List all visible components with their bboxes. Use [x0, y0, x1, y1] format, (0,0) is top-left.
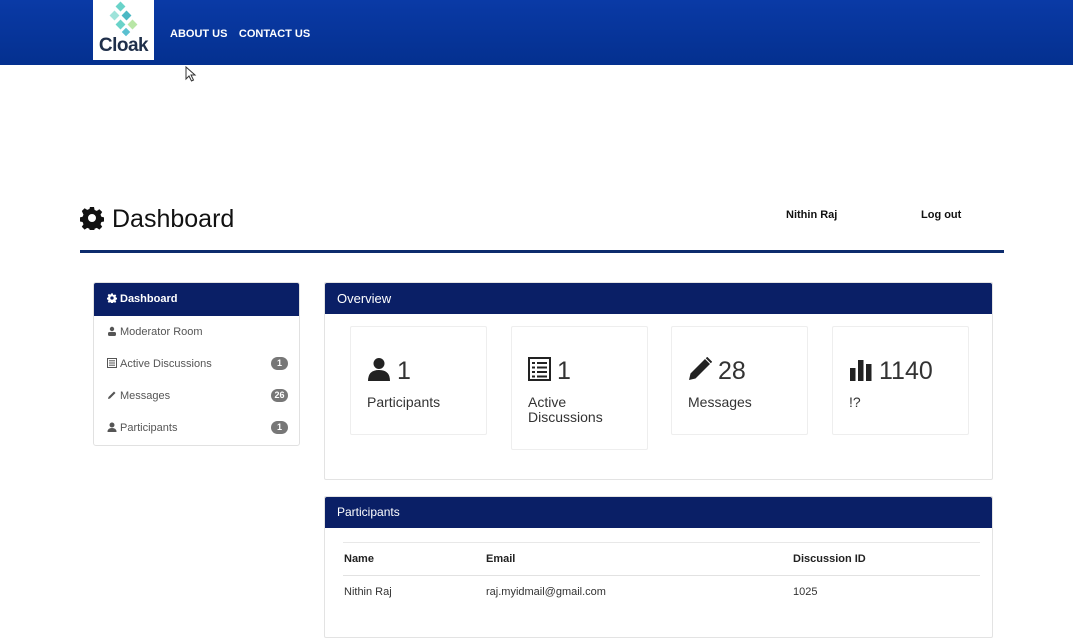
stat-label: Active Discussions: [528, 394, 603, 425]
stat-label: Messages: [688, 394, 752, 410]
stat-card-participants: 1 Participants: [350, 326, 487, 435]
stat-card-active-discussions: 1 Active Discussions: [511, 326, 648, 450]
sidebar-item-messages[interactable]: Messages 26: [94, 380, 299, 412]
overview-panel: Overview 1 Participants 1 Active Discuss…: [324, 282, 993, 480]
list-icon: [528, 357, 551, 381]
stat-value: 28: [688, 356, 746, 386]
count-badge: 26: [271, 389, 288, 402]
user-icon: [106, 413, 117, 445]
list-icon: [106, 349, 117, 381]
stat-card-other: 1140 !?: [832, 326, 969, 435]
stat-label: Participants: [367, 394, 441, 410]
sidebar-item-label: Dashboard: [120, 293, 178, 305]
top-navbar: Cloak ABOUT US CONTACT US: [0, 0, 1073, 65]
top-nav-links: ABOUT US CONTACT US: [170, 24, 317, 42]
participants-panel-title: Participants: [325, 497, 992, 528]
logo-mark-icon: [109, 1, 138, 37]
stat-number: 1: [397, 357, 411, 385]
page-title-text: Dashboard: [112, 205, 235, 233]
cloak-logo[interactable]: Cloak: [93, 0, 154, 60]
gear-icon: [79, 207, 105, 232]
column-header-name: Name: [343, 542, 485, 576]
gear-icon: [106, 284, 117, 317]
user-icon: [368, 358, 390, 381]
stat-card-messages: 28 Messages: [671, 326, 808, 435]
stat-number: 1140: [879, 357, 933, 385]
sidebar-item-label: Messages: [120, 390, 171, 402]
participant-email: raj.myidmail@gmail.com: [486, 586, 606, 598]
sidebar-item-label: Moderator Room: [120, 326, 203, 338]
mouse-cursor-icon: [185, 66, 197, 82]
sidebar-item-dashboard[interactable]: Dashboard: [94, 283, 299, 316]
participant-discussion-id: 1025: [793, 586, 818, 598]
count-badge: 1: [271, 421, 288, 434]
stat-number: 28: [718, 357, 746, 385]
user-name[interactable]: Nithin Raj: [786, 209, 837, 221]
pencil-icon: [689, 356, 713, 380]
sidebar-item-active-discussions[interactable]: Active Discussions 1: [94, 348, 299, 380]
sidebar: Dashboard Moderator Room Active Discussi…: [93, 282, 300, 446]
bar-chart-icon: [850, 360, 872, 381]
logo-text: Cloak: [98, 35, 149, 56]
page-title: Dashboard: [79, 205, 235, 234]
sidebar-item-label: Active Discussions: [120, 358, 212, 370]
sidebar-item-participants[interactable]: Participants 1: [94, 412, 299, 444]
users-icon: [106, 317, 117, 349]
participants-table: Name Email Discussion ID Nithin Raj raj.…: [343, 542, 980, 608]
stat-label: !?: [849, 394, 861, 410]
overview-panel-title: Overview: [325, 283, 992, 314]
table-row[interactable]: Nithin Raj raj.myidmail@gmail.com 1025: [343, 576, 980, 609]
table-header-row: Name Email Discussion ID: [343, 542, 980, 576]
contact-us-link[interactable]: CONTACT US: [239, 28, 310, 40]
stat-value: 1140: [849, 357, 933, 386]
pencil-icon: [106, 381, 117, 413]
logout-link[interactable]: Log out: [921, 209, 961, 221]
header-divider: [80, 250, 1004, 253]
participant-name: Nithin Raj: [344, 586, 392, 598]
count-badge: 1: [271, 357, 288, 370]
stat-value: 1: [528, 357, 571, 386]
sidebar-item-moderator-room[interactable]: Moderator Room: [94, 316, 299, 348]
sidebar-item-label: Participants: [120, 422, 178, 434]
stat-number: 1: [557, 357, 571, 385]
column-header-discussion-id: Discussion ID: [792, 542, 980, 576]
about-us-link[interactable]: ABOUT US: [170, 28, 227, 40]
column-header-email: Email: [485, 542, 792, 576]
stat-value: 1: [367, 357, 411, 386]
participants-panel: Participants Name Email Discussion ID Ni…: [324, 496, 993, 638]
